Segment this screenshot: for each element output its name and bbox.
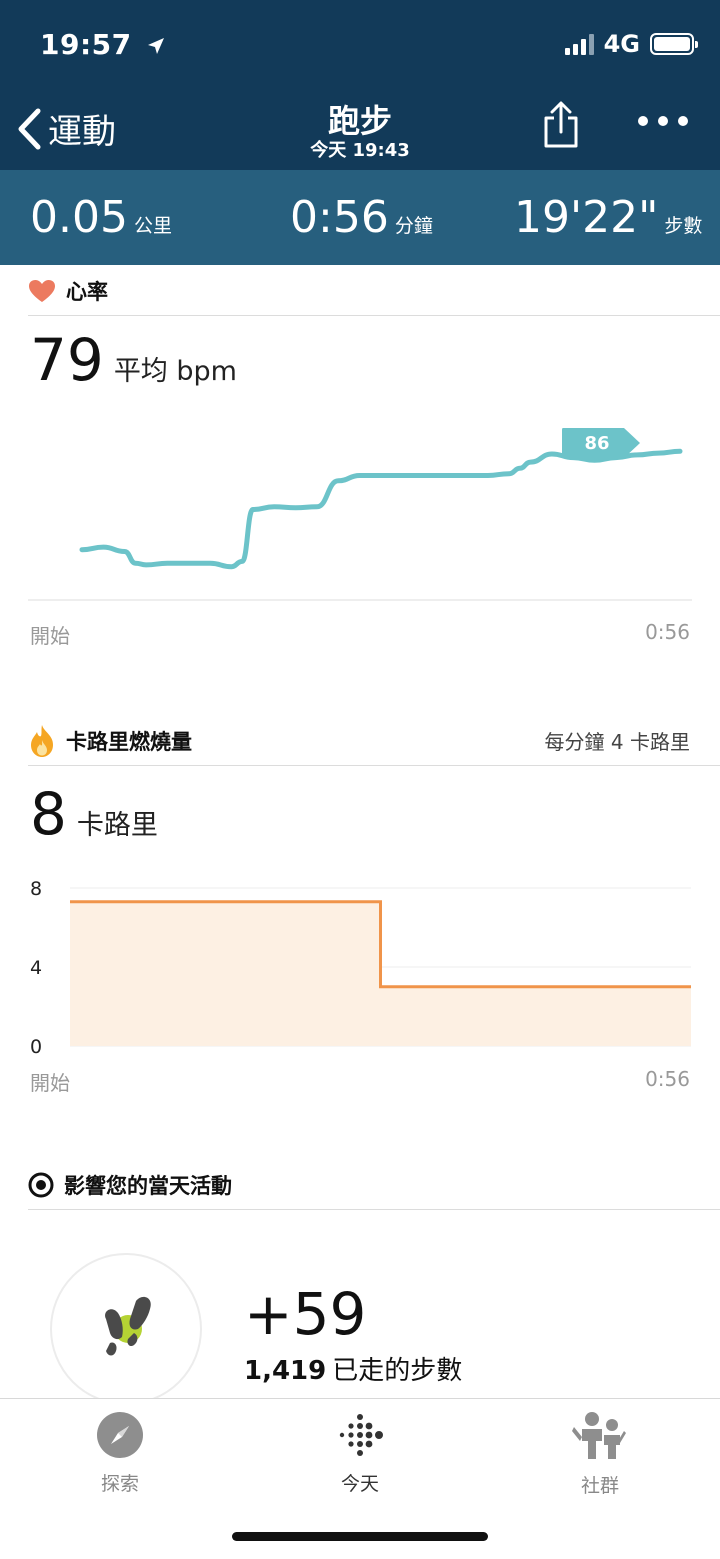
daily-impact-header: 影響您的當天活動 [28, 1160, 720, 1210]
footprints-icon [105, 1296, 151, 1356]
calories-total-label: 卡路里 [76, 810, 158, 841]
home-indicator[interactable] [232, 1532, 488, 1541]
steps-summary: 1,419 已走的步數 [244, 1350, 462, 1387]
more-options-button[interactable] [638, 116, 688, 126]
network-type: 4G [603, 30, 640, 58]
heart-rate-series-line [79, 448, 683, 570]
tab-community-label: 社群 [580, 1475, 619, 1497]
calories-end-label: 0:56 [645, 1067, 690, 1091]
heart-rate-avg-value: 79 [30, 326, 104, 394]
heart-icon [29, 279, 55, 302]
duration-stat: 0:56 分鐘 [290, 192, 433, 243]
calories-chart: 0 4 8 [30, 878, 691, 1058]
location-arrow-icon [147, 38, 164, 54]
pace-value: 19'22" [514, 192, 659, 243]
peak-heart-rate-tag: 86 [562, 428, 640, 458]
steps-value: 1,419 [244, 1356, 327, 1386]
peak-heart-rate-label: 86 [584, 433, 609, 454]
dot [678, 116, 688, 126]
heart-rate-average: 79 平均 bpm [30, 326, 237, 394]
signal-icon [564, 33, 594, 55]
tab-today-label: 今天 [340, 1473, 379, 1495]
dot [658, 116, 668, 126]
distance-unit: 公里 [133, 215, 172, 237]
battery-icon [650, 33, 698, 55]
heart-rate-avg-label: 平均 bpm [113, 356, 237, 387]
status-time: 19:57 [40, 28, 166, 61]
calories-start-label: 開始 [30, 1071, 70, 1095]
share-button[interactable] [540, 100, 582, 154]
heart-rate-end-label: 0:56 [645, 620, 690, 644]
calories-y-tick-label: 4 [30, 957, 42, 979]
duration-value: 0:56 [290, 192, 389, 243]
steps-delta: +59 [244, 1280, 367, 1348]
status-time-text: 19:57 [40, 28, 132, 61]
distance-value: 0.05 [30, 192, 128, 243]
dot [638, 116, 648, 126]
duration-unit: 分鐘 [394, 215, 433, 237]
page-subtitle: 今天 19:43 [310, 140, 410, 161]
pace-stat: 19'22" 步數 [514, 192, 702, 243]
calories-total: 8 卡路里 [30, 780, 158, 848]
tab-explore-label: 探索 [100, 1473, 139, 1495]
calories-y-tick-label: 8 [30, 878, 42, 900]
share-icon [544, 101, 578, 148]
calories-y-tick-label: 0 [30, 1036, 42, 1058]
community-icon [572, 1412, 626, 1459]
summary-stats: 0.05 公里 0:56 分鐘 19'22" 步數 [0, 170, 720, 265]
steps-badge [50, 1253, 202, 1405]
flame-icon [31, 724, 53, 757]
daily-impact-title: 影響您的當天活動 [64, 1173, 232, 1198]
compass-icon [97, 1412, 143, 1458]
heart-rate-start-label: 開始 [30, 624, 70, 648]
fitbit-dots-icon [339, 1414, 383, 1456]
pace-unit: 步數 [664, 215, 703, 237]
calories-total-value: 8 [30, 780, 67, 848]
steps-label: 已走的步數 [332, 1356, 463, 1386]
calories-header[interactable]: 卡路里燃燒量 每分鐘 4 卡路里 [28, 716, 720, 766]
tab-explore[interactable]: 探索 [60, 1411, 180, 1496]
status-indicators: 4G [564, 30, 698, 58]
tab-community[interactable]: 社群 [540, 1411, 660, 1498]
tab-today[interactable]: 今天 [300, 1411, 420, 1496]
calories-title: 卡路里燃燒量 [66, 729, 192, 754]
app-header: 19:57 4G 運動 跑步 今天 19:43 [0, 0, 720, 170]
heart-rate-title: 心率 [66, 279, 108, 304]
heart-rate-chart: 86 [28, 428, 692, 601]
distance-stat: 0.05 公里 [30, 192, 172, 243]
target-icon [28, 1172, 54, 1197]
calories-rate: 每分鐘 4 卡路里 [544, 730, 690, 754]
heart-rate-header[interactable]: 心率 [28, 266, 720, 316]
